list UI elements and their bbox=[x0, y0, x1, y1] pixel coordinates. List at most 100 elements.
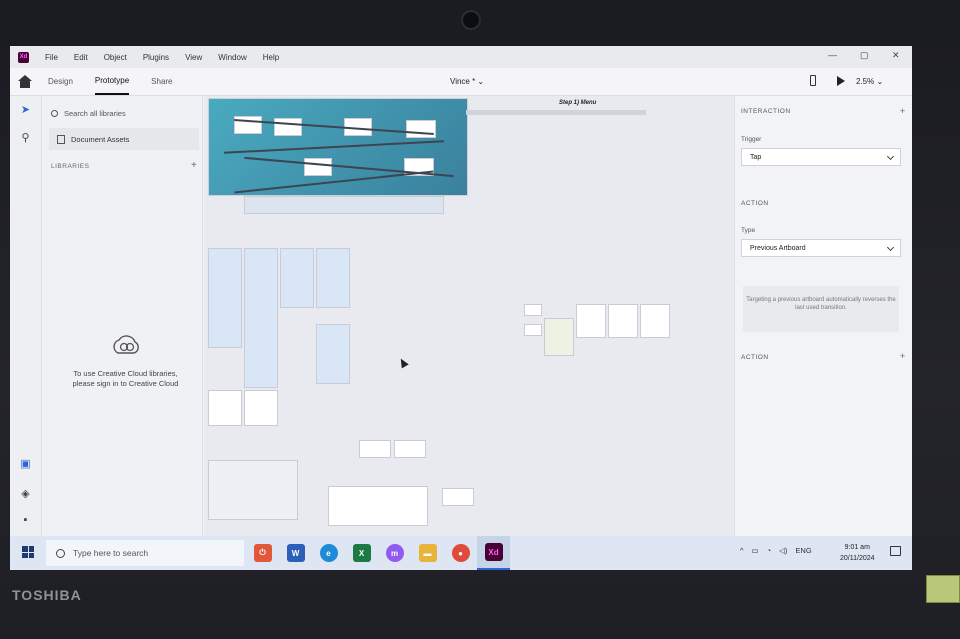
library-search[interactable]: Search all libraries bbox=[51, 106, 201, 120]
libraries-icon[interactable]: ▣ bbox=[19, 458, 32, 471]
artboard-column[interactable] bbox=[316, 248, 350, 308]
toolbar: Design Prototype Share Vince * ⌄ 2.5% ⌄ bbox=[10, 68, 912, 96]
taskbar-app[interactable]: m bbox=[378, 536, 411, 570]
artboard[interactable] bbox=[274, 118, 302, 136]
add-action-button[interactable]: + bbox=[900, 351, 905, 361]
mouse-cursor bbox=[397, 356, 409, 369]
artboard[interactable] bbox=[304, 158, 332, 176]
system-tray: ^ ▭ ◔ ◁) ENG bbox=[740, 546, 812, 555]
taskbar-app[interactable]: W bbox=[279, 536, 312, 570]
menu-help[interactable]: Help bbox=[263, 53, 279, 62]
artboard[interactable] bbox=[406, 120, 436, 138]
search-icon bbox=[56, 548, 65, 558]
tab-design[interactable]: Design bbox=[48, 69, 73, 94]
action-type-select[interactable]: Previous Artboard bbox=[741, 239, 901, 257]
menu-window[interactable]: Window bbox=[218, 53, 246, 62]
artboard[interactable] bbox=[640, 304, 670, 338]
minimize-button[interactable]: — bbox=[828, 50, 837, 60]
network-icon[interactable]: ◔ bbox=[767, 546, 772, 555]
taskbar-app[interactable]: e bbox=[312, 536, 345, 570]
libraries-heading: LIBRARIES bbox=[51, 163, 90, 170]
adobe-xd-icon: Xd bbox=[484, 543, 503, 561]
windows-taskbar: Type here to search ⏻ W e X m ▬ ● Xd ^ ▭… bbox=[10, 536, 912, 570]
tab-share[interactable]: Share bbox=[151, 69, 172, 94]
notification-icon[interactable] bbox=[890, 546, 901, 556]
webcam bbox=[461, 10, 481, 30]
artboard[interactable] bbox=[442, 488, 474, 506]
tab-prototype[interactable]: Prototype bbox=[94, 68, 130, 95]
artboard[interactable] bbox=[576, 304, 606, 338]
interaction-panel: INTERACTION + Trigger Tap ACTION Type Pr… bbox=[734, 96, 912, 536]
chrome-icon: ● bbox=[451, 544, 470, 562]
plugins-icon[interactable]: ▪ bbox=[19, 514, 32, 527]
windows-start-icon[interactable] bbox=[22, 546, 34, 558]
document-assets-item[interactable]: Document Assets bbox=[49, 128, 199, 150]
interaction-heading: INTERACTION bbox=[741, 108, 791, 115]
taskbar-app[interactable]: X bbox=[345, 536, 378, 570]
action-note: Targeting a previous artboard automatica… bbox=[743, 286, 899, 332]
clock-date: 20/11/2024 bbox=[840, 555, 875, 562]
document-assets-label: Document Assets bbox=[71, 134, 130, 144]
action-type-value: Previous Artboard bbox=[750, 244, 806, 252]
chevron-up-icon[interactable]: ^ bbox=[740, 546, 744, 555]
search-icon bbox=[51, 109, 58, 117]
taskbar-search-placeholder: Type here to search bbox=[73, 548, 149, 558]
add-library-button[interactable]: + bbox=[191, 160, 197, 171]
document-title[interactable]: Vince * ⌄ bbox=[450, 77, 484, 86]
design-canvas[interactable]: Step 1) Menu bbox=[204, 96, 734, 536]
menu-bar: Xd File Edit Object Plugins View Window … bbox=[10, 46, 912, 68]
action-heading: ACTION bbox=[741, 200, 769, 207]
volume-icon[interactable]: ◁) bbox=[779, 546, 787, 555]
taskbar-app[interactable]: ⏻ bbox=[246, 536, 279, 570]
trigger-value: Tap bbox=[750, 153, 762, 161]
menu-edit[interactable]: Edit bbox=[74, 53, 88, 62]
messenger-icon: m bbox=[385, 544, 404, 562]
creative-cloud-icon bbox=[113, 335, 139, 354]
artboard-row[interactable] bbox=[244, 196, 444, 214]
app-red-icon: ⏻ bbox=[253, 544, 272, 562]
trigger-select[interactable]: Tap bbox=[741, 148, 901, 166]
add-interaction-button[interactable]: + bbox=[900, 106, 905, 116]
taskbar-clock[interactable]: 9:01 am 20/11/2024 bbox=[840, 542, 875, 564]
menu-file[interactable]: File bbox=[45, 53, 58, 62]
zoom-tool-icon[interactable]: ⚲ bbox=[19, 132, 32, 145]
taskbar-app-active[interactable]: Xd bbox=[477, 536, 510, 570]
maximize-button[interactable]: ▢ bbox=[860, 50, 869, 61]
language-indicator[interactable]: ENG bbox=[795, 546, 811, 555]
artboard-group[interactable] bbox=[208, 460, 298, 520]
menu-object[interactable]: Object bbox=[104, 53, 127, 62]
artboard[interactable] bbox=[524, 324, 542, 336]
taskbar-app[interactable]: ▬ bbox=[411, 536, 444, 570]
zoom-level[interactable]: 2.5% ⌄ bbox=[856, 77, 883, 86]
artboard[interactable] bbox=[608, 304, 638, 338]
menu-plugins[interactable]: Plugins bbox=[143, 53, 169, 62]
artboard[interactable] bbox=[359, 440, 391, 458]
close-button[interactable]: ✕ bbox=[892, 50, 900, 61]
artboard[interactable] bbox=[244, 390, 278, 426]
artboard[interactable] bbox=[524, 304, 542, 316]
artboard[interactable] bbox=[208, 390, 242, 426]
document-icon bbox=[57, 134, 65, 144]
artboard-column[interactable] bbox=[208, 248, 242, 348]
layers-icon[interactable]: ◈ bbox=[19, 488, 32, 501]
document-title-text: Vince * bbox=[450, 77, 476, 86]
select-tool-icon[interactable]: ➤ bbox=[19, 104, 32, 117]
menu-view[interactable]: View bbox=[185, 53, 202, 62]
home-icon[interactable] bbox=[18, 74, 32, 89]
taskbar-search[interactable]: Type here to search bbox=[46, 540, 244, 566]
taskbar-app[interactable]: ● bbox=[444, 536, 477, 570]
artboard-group[interactable] bbox=[328, 486, 428, 526]
adobe-xd-icon[interactable]: Xd bbox=[18, 51, 29, 63]
laptop-sticker bbox=[926, 575, 960, 603]
artboard-column[interactable] bbox=[316, 324, 350, 384]
artboard[interactable] bbox=[544, 318, 574, 356]
tool-rail: ➤ ⚲ ▣ ◈ ▪ bbox=[10, 96, 42, 536]
battery-icon[interactable]: ▭ bbox=[752, 546, 759, 555]
play-icon[interactable] bbox=[837, 76, 845, 86]
artboard-column[interactable] bbox=[280, 248, 314, 308]
creative-cloud-message: To use Creative Cloud libraries, please … bbox=[72, 369, 179, 388]
artboard-column[interactable] bbox=[244, 248, 278, 388]
device-preview-icon[interactable] bbox=[810, 75, 816, 86]
flow-title: Step 1) Menu bbox=[559, 100, 597, 106]
artboard[interactable] bbox=[394, 440, 426, 458]
